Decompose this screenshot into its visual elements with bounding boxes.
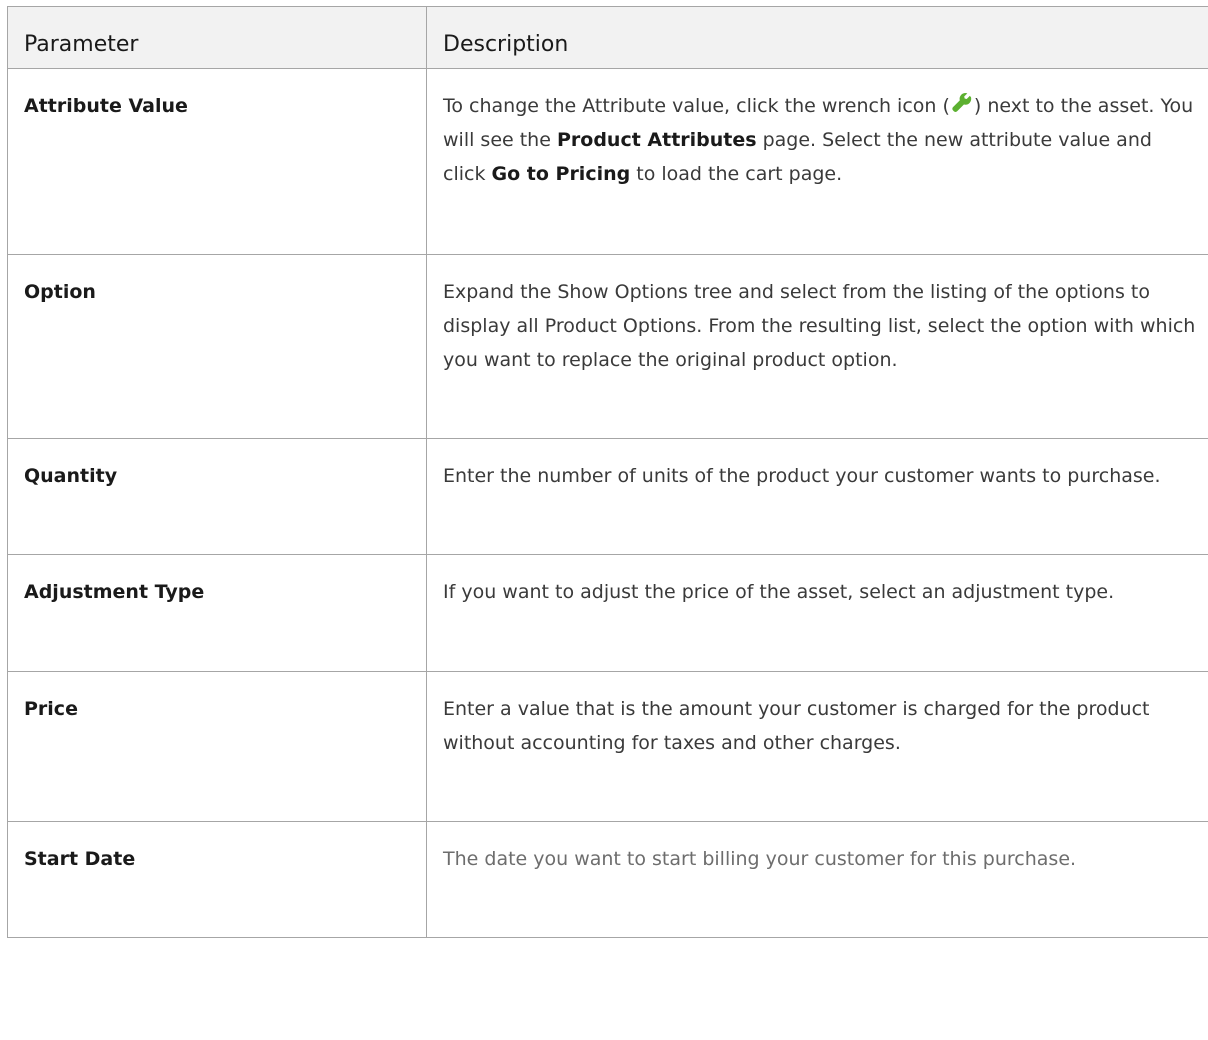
table-row: Quantity Enter the number of units of th… [7, 438, 1208, 555]
table-row: Option Expand the Show Options tree and … [7, 254, 1208, 439]
parameter-description: To change the Attribute value, click the… [426, 68, 1208, 255]
parameter-name: Adjustment Type [7, 554, 427, 672]
parameter-description: The date you want to start billing your … [426, 821, 1208, 938]
description-bold-text: Product Attributes [556, 129, 757, 151]
table-row: Start Date The date you want to start bi… [7, 821, 1208, 938]
table-row: Attribute Value To change the Attribute … [7, 68, 1208, 255]
parameter-name: Price [7, 671, 427, 822]
parameter-table: Parameter Description Attribute Value To… [7, 6, 1208, 938]
parameter-name: Option [7, 254, 427, 439]
description-text: to load the cart page. [630, 163, 843, 185]
column-header-parameter: Parameter [7, 6, 427, 69]
parameter-name: Start Date [7, 821, 427, 938]
parameter-description: Enter the number of units of the product… [426, 438, 1208, 555]
parameter-name: Quantity [7, 438, 427, 555]
table-row: Adjustment Type If you want to adjust th… [7, 554, 1208, 672]
wrench-icon [952, 93, 972, 112]
parameter-description: Enter a value that is the amount your cu… [426, 671, 1208, 822]
parameter-description: Expand the Show Options tree and select … [426, 254, 1208, 439]
parameter-description: If you want to adjust the price of the a… [426, 554, 1208, 672]
column-header-description: Description [426, 6, 1208, 69]
table-row: Price Enter a value that is the amount y… [7, 671, 1208, 822]
description-text: To change the Attribute value, click the… [443, 95, 950, 117]
table-header-row: Parameter Description [7, 6, 1208, 69]
description-bold-text: Go to Pricing [491, 163, 631, 185]
parameter-name: Attribute Value [7, 68, 427, 255]
